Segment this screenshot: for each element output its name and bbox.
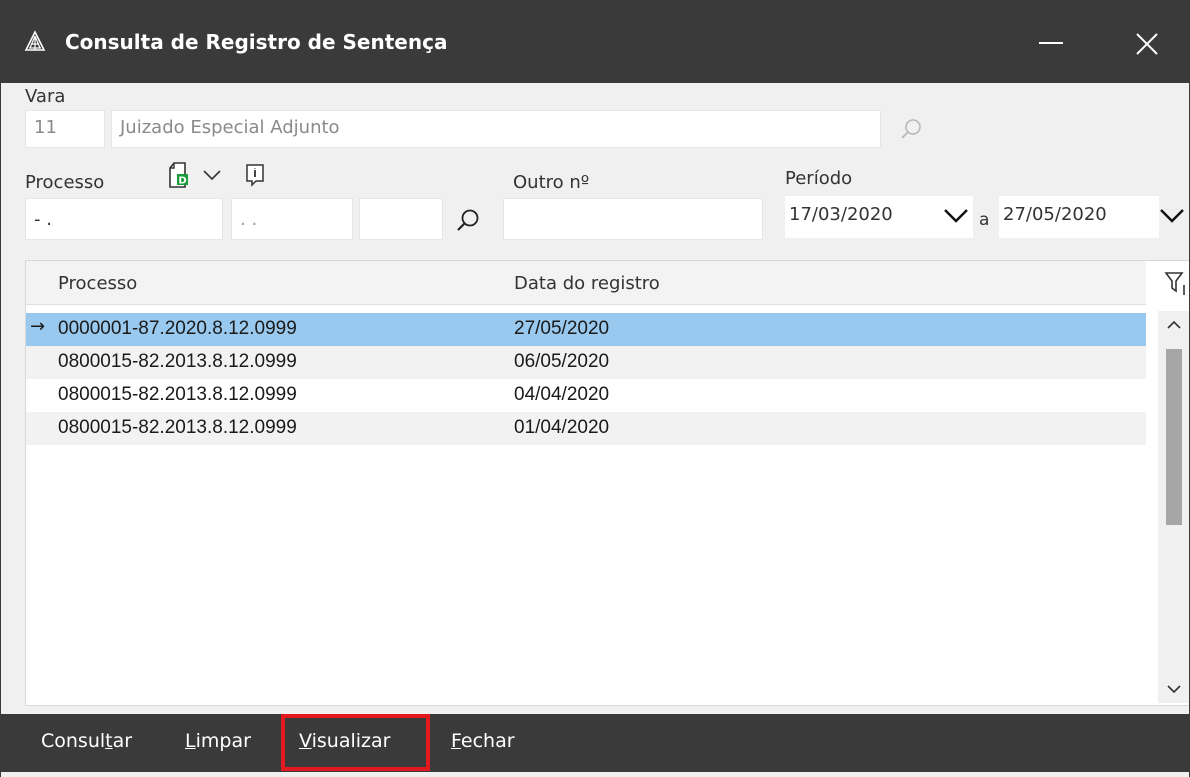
cell-data-registro: 01/04/2020 [514,417,610,438]
cell-processo: 0800015-82.2013.8.12.0999 [58,351,297,372]
table-row[interactable]: 0800015-82.2013.8.12.0999 01/04/2020 [26,412,1146,445]
visualizar-button[interactable]: Visualizar [299,730,390,752]
info-document-icon[interactable] [243,162,267,188]
scrollbar-thumb[interactable] [1166,349,1182,525]
processo-part1-input[interactable] [25,198,223,240]
periodo-separator: a [979,210,990,230]
digital-document-icon[interactable]: D [167,160,193,190]
column-header-data-registro[interactable]: Data do registro [514,273,660,294]
close-button[interactable] [1125,22,1169,66]
limpar-button[interactable]: Limpar [185,730,251,752]
outro-label: Outro nº [513,172,590,193]
vara-label: Vara [25,86,66,107]
scroll-down-chevron-icon[interactable] [1158,675,1190,703]
consultar-accelerator: t [105,730,113,752]
periodo-to-chevron-down-icon[interactable] [1157,204,1187,228]
periodo-from-chevron-down-icon[interactable] [941,204,971,228]
vara-name-field[interactable]: Juizado Especial Adjunto [111,110,881,148]
results-grid: Processo Data do registro → 0000001-87.2… [25,260,1190,706]
table-row[interactable]: 0800015-82.2013.8.12.0999 04/04/2020 [26,379,1146,412]
visualizar-accelerator: V [299,730,312,752]
scroll-up-chevron-icon[interactable] [1158,311,1190,339]
cell-processo: 0800015-82.2013.8.12.0999 [58,384,297,405]
tree-logo-icon [24,30,46,51]
processo-search-icon[interactable] [453,206,483,236]
current-row-arrow-icon: → [30,316,46,337]
fechar-accelerator: F [451,730,461,752]
title-bar: Consulta de Registro de Sentença [1,0,1189,83]
bottom-toolbar: Consultar Limpar Visualizar Fechar [1,714,1189,772]
periodo-label: Período [785,168,853,189]
column-header-processo[interactable]: Processo [58,273,137,294]
fechar-button[interactable]: Fechar [451,730,515,752]
consultar-button[interactable]: Consultar [41,730,132,752]
cell-processo: 0000001-87.2020.8.12.0999 [58,318,297,339]
vara-code-field[interactable]: 11 [25,110,105,148]
periodo-to-date[interactable]: 27/05/2020 [999,196,1159,238]
cell-data-registro: 04/04/2020 [514,384,610,405]
filter-icon[interactable] [1162,267,1190,299]
limpar-accelerator: L [185,730,196,752]
dialog-window: Consulta de Registro de Sentença Vara 11… [0,0,1190,777]
grid-header: Processo Data do registro [26,261,1146,305]
chevron-down-icon[interactable] [201,166,223,184]
vertical-scrollbar[interactable] [1158,311,1190,703]
table-row[interactable]: → 0000001-87.2020.8.12.0999 27/05/2020 [26,313,1146,346]
processo-part2-input[interactable] [231,198,353,240]
cell-data-registro: 27/05/2020 [514,318,610,339]
processo-label: Processo [25,172,105,193]
bottom-border [1,772,1189,777]
svg-text:D: D [178,176,186,187]
cell-processo: 0800015-82.2013.8.12.0999 [58,417,297,438]
processo-part3-input[interactable] [359,198,443,240]
minimize-button[interactable] [1031,22,1071,62]
table-row[interactable]: 0800015-82.2013.8.12.0999 06/05/2020 [26,346,1146,379]
cell-data-registro: 06/05/2020 [514,351,610,372]
window-title: Consulta de Registro de Sentença [65,30,448,54]
outro-number-input[interactable] [503,198,763,240]
vara-search-icon[interactable] [897,116,925,144]
close-icon [1136,33,1158,55]
